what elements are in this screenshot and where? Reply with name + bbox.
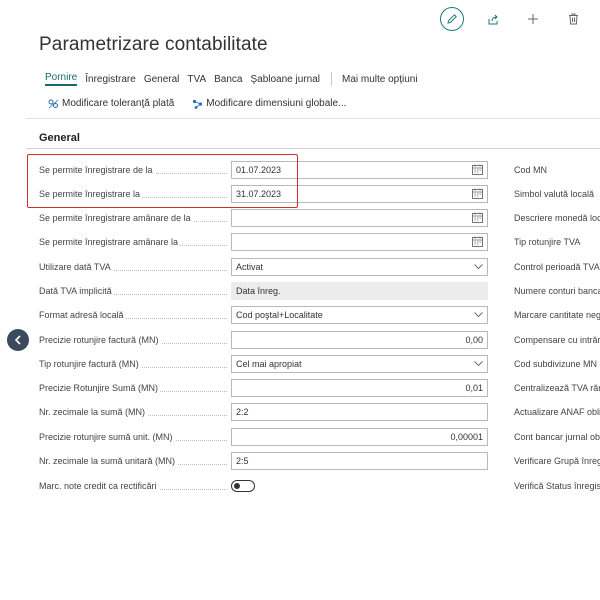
field-row-invoice-rounding-type: Tip rotunjire factură (MN) Cel mai aprop… (39, 355, 489, 375)
highlight-box (27, 154, 298, 208)
field-label: Se permite înregistrare amânare la (39, 237, 181, 247)
right-label: Actualizare ANAF obli (514, 407, 600, 417)
action-tabs: Pornire Înregistrare General TVA Banca Ş… (45, 72, 426, 86)
tab-general[interactable]: General (144, 74, 180, 85)
tolerance-icon (48, 99, 59, 108)
right-label: Simbol valută locală (514, 189, 595, 199)
right-label: Compensare cu intrăr (514, 335, 600, 345)
field-row-local-address-format: Format adresă locală Cod poştal+Localita… (39, 306, 489, 326)
field-label: Precizie Rotunjire Sumă (MN) (39, 383, 161, 393)
modify-tolerance-label: Modificare toleranţă plată (62, 98, 175, 109)
modify-dimensions-button[interactable]: Modificare dimensiuni globale... (192, 98, 346, 109)
edit-icon (447, 14, 457, 24)
back-nav-button[interactable] (7, 329, 29, 351)
delete-button[interactable] (560, 6, 586, 32)
subactions-bar: Modificare toleranţă plată Modificare di… (48, 98, 364, 109)
right-label: Descriere monedă loc (514, 213, 600, 223)
right-label: Tip rotunjire TVA (514, 237, 581, 247)
field-row-mark-credit-memos: Marc. note credit ca rectificări (39, 477, 489, 497)
field-label: Nr. zecimale la sumă unitară (MN) (39, 456, 178, 466)
edit-button[interactable] (440, 7, 464, 31)
calendar-icon[interactable] (472, 164, 483, 175)
use-vat-date-select[interactable]: Activat (231, 258, 488, 276)
field-label: Dată TVA implicită (39, 286, 114, 296)
modify-dimensions-label: Modificare dimensiuni globale... (206, 98, 347, 109)
field-label: Precizie rotunjire factură (MN) (39, 335, 161, 345)
tab-pornire[interactable]: Pornire (45, 72, 78, 86)
page-title: Parametrizare contabilitate (39, 34, 268, 55)
chevron-down-icon (474, 264, 483, 270)
calendar-icon[interactable] (472, 236, 483, 247)
field-label: Marc. note credit ca rectificări (39, 481, 159, 491)
dimensions-icon (193, 99, 203, 109)
add-icon (528, 14, 538, 24)
field-row-default-vat-date: Dată TVA implicită Data înreg. (39, 282, 489, 302)
field-label: Format adresă locală (39, 310, 126, 320)
field-label: Precizie rotunjire sumă unit. (MN) (39, 432, 175, 442)
tab-tva[interactable]: TVA (187, 74, 206, 85)
tab-separator (330, 72, 332, 86)
field-label: Nr. zecimale la sumă (MN) (39, 407, 148, 417)
tab-sabloane-jurnal[interactable]: Şabloane jurnal (250, 74, 320, 85)
field-label: Utilizare dată TVA (39, 262, 113, 272)
mark-credit-memos-toggle[interactable] (231, 480, 255, 492)
chevron-left-icon (14, 335, 21, 345)
right-label: Marcare cantitate neg (514, 310, 600, 320)
toolbar-divider (26, 118, 600, 119)
chevron-down-icon (474, 361, 483, 367)
field-row-deferral-to: Se permite înregistrare amânare la (39, 233, 489, 253)
deferral-from-date-input[interactable] (231, 209, 488, 227)
field-row-unit-amount-decimal-places: Nr. zecimale la sumă unitară (MN) 2:5 (39, 452, 489, 472)
field-label: Se permite înregistrare de la (39, 165, 155, 175)
local-address-format-select[interactable]: Cod poştal+Localitate (231, 306, 488, 324)
deferral-to-date-input[interactable] (231, 233, 488, 251)
new-button[interactable] (520, 6, 546, 32)
right-label: Cont bancar jurnal ob (514, 432, 600, 442)
right-label: Verifică Status înregist (514, 481, 600, 491)
right-label: Verificare Grupă înreg (514, 456, 600, 466)
toggle-knob (234, 482, 240, 489)
field-row-amount-rounding-precision: Precizie Rotunjire Sumă (MN) 0,01 (39, 379, 489, 399)
field-label: Se permite înregistrare la (39, 189, 143, 199)
amount-decimal-places-input[interactable]: 2:2 (231, 403, 488, 421)
tab-banca[interactable]: Banca (214, 74, 242, 85)
field-row-use-vat-date: Utilizare dată TVA Activat (39, 258, 489, 278)
field-label: Tip rotunjire factură (MN) (39, 359, 141, 369)
invoice-rounding-type-select[interactable]: Cel mai apropiat (231, 355, 488, 373)
invoice-rounding-precision-input[interactable]: 0,00 (231, 331, 488, 349)
right-label: Cod subdivizune MN (514, 359, 598, 369)
more-options-button[interactable]: Mai multe opțiuni (342, 74, 418, 85)
field-row-amount-decimal-places: Nr. zecimale la sumă (MN) 2:2 (39, 403, 489, 423)
tab-inregistrare[interactable]: Înregistrare (85, 74, 136, 85)
default-vat-date-value: Data înreg. (231, 282, 488, 300)
unit-amount-rounding-precision-input[interactable]: 0,00001 (231, 428, 488, 446)
right-label: Cod MN (514, 165, 548, 175)
page-actions (440, 6, 600, 32)
delete-icon (568, 13, 578, 25)
right-label: Numere conturi banca (514, 286, 600, 296)
modify-tolerance-button[interactable]: Modificare toleranţă plată (48, 98, 174, 109)
field-row-unit-amount-rounding-precision: Precizie rotunjire sumă unit. (MN) 0,000… (39, 428, 489, 448)
share-button[interactable] (480, 6, 506, 32)
calendar-icon[interactable] (472, 212, 483, 223)
field-label: Se permite înregistrare amânare de la (39, 213, 193, 223)
unit-amount-decimal-places-input[interactable]: 2:5 (231, 452, 488, 470)
amount-rounding-precision-input[interactable]: 0,01 (231, 379, 488, 397)
section-title-general[interactable]: General (39, 132, 80, 144)
section-divider (26, 148, 600, 149)
field-row-deferral-from: Se permite înregistrare amânare de la (39, 209, 489, 229)
field-row-invoice-rounding-precision: Precizie rotunjire factură (MN) 0,00 (39, 331, 489, 351)
share-icon (488, 14, 498, 24)
right-label: Centralizează TVA răm (514, 383, 600, 393)
chevron-down-icon (474, 312, 483, 318)
calendar-icon[interactable] (472, 188, 483, 199)
right-label: Control perioadă TVA (514, 262, 600, 272)
